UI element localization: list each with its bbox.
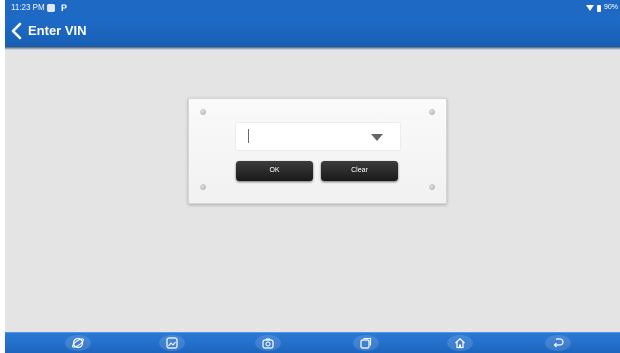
status-bar: 11:23 PM P 90%	[5, 0, 620, 16]
nav-bar	[5, 332, 620, 353]
text-caret	[248, 129, 249, 143]
vin-input[interactable]	[235, 122, 401, 151]
browser-button[interactable]	[65, 335, 91, 351]
page-title: Enter VIN	[28, 23, 87, 38]
chevron-left-icon	[11, 22, 22, 40]
rivet-icon	[200, 184, 206, 190]
home-icon	[455, 337, 465, 349]
notification-icon	[47, 4, 55, 12]
rivet-icon	[200, 109, 206, 115]
gallery-button[interactable]	[159, 335, 185, 351]
title-shadow	[5, 46, 620, 50]
clear-button[interactable]: Clear	[321, 161, 398, 181]
back-icon	[553, 338, 564, 348]
vin-dialog: OK Clear	[188, 98, 447, 204]
recent-apps-button[interactable]	[353, 335, 379, 351]
status-time: 11:23 PM	[11, 3, 45, 12]
screenshot-button[interactable]	[255, 335, 281, 351]
battery-icon	[596, 4, 601, 12]
back-button[interactable]	[9, 21, 27, 41]
browser-icon	[72, 337, 84, 349]
screen: 11:23 PM P 90% Enter VIN OK Clear	[5, 0, 620, 353]
home-button[interactable]	[447, 335, 473, 351]
rivet-icon	[429, 109, 435, 115]
screenshot-icon	[262, 338, 274, 349]
recent-apps-icon	[360, 337, 372, 349]
gallery-icon	[166, 337, 178, 349]
ok-button[interactable]: OK	[236, 161, 313, 181]
notification-letter: P	[61, 3, 68, 13]
battery-text: 90%	[603, 4, 618, 11]
title-bar: Enter VIN	[5, 16, 620, 46]
dropdown-arrow-icon[interactable]	[371, 134, 383, 141]
system-back-button[interactable]	[545, 335, 571, 351]
status-right: 90%	[585, 0, 618, 16]
wifi-icon	[585, 5, 594, 11]
rivet-icon	[429, 184, 435, 190]
